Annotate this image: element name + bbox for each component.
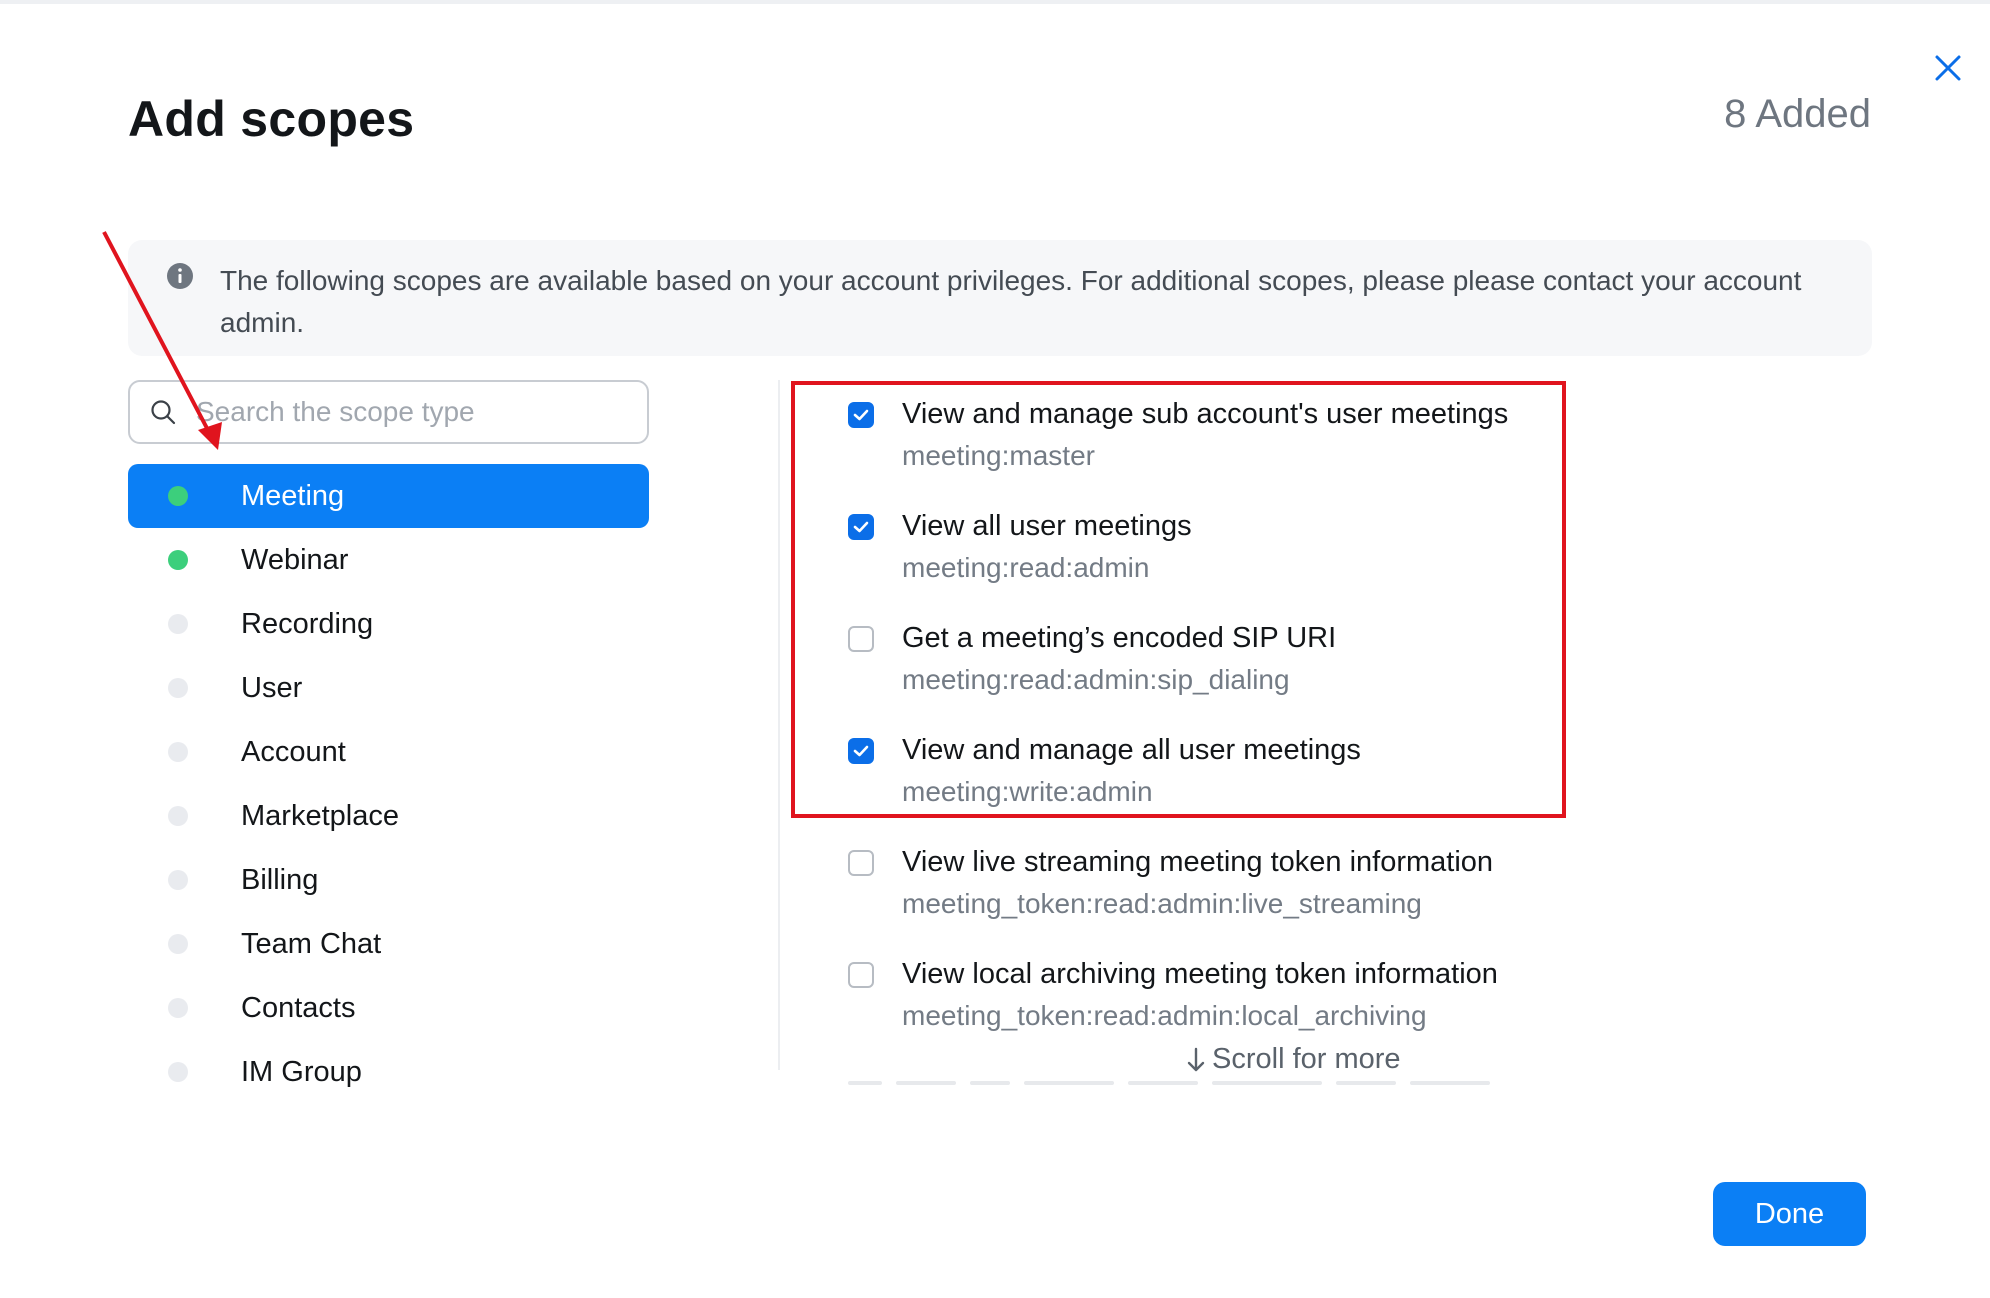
scope-item: View all user meetings meeting:read:admi… — [848, 506, 1748, 618]
category-item-meeting[interactable]: Meeting — [128, 464, 649, 528]
status-dot — [168, 870, 188, 890]
scope-label: View and manage all user meetings — [902, 734, 1361, 766]
add-scopes-dialog: Add scopes 8 Added The following scopes … — [0, 0, 1990, 1298]
scope-code: meeting:master — [902, 440, 1095, 471]
scope-code: meeting:read:admin:sip_dialing — [902, 664, 1290, 695]
checkmark-icon — [853, 745, 869, 757]
scroll-hint-text: Scroll for more — [1212, 1043, 1401, 1075]
close-button[interactable] — [1928, 48, 1968, 88]
scope-label: View all user meetings — [902, 510, 1192, 542]
scope-category-list: Meeting Webinar Recording User Account M… — [128, 464, 649, 1104]
close-icon — [1935, 55, 1961, 81]
checkmark-icon — [853, 409, 869, 421]
info-icon — [167, 263, 193, 289]
status-dot — [168, 550, 188, 570]
status-dot — [168, 998, 188, 1018]
done-button[interactable]: Done — [1713, 1182, 1866, 1246]
column-divider — [778, 380, 780, 1070]
arrow-down-icon — [1187, 1047, 1205, 1071]
category-item-user[interactable]: User — [128, 656, 649, 720]
scope-checkbox[interactable] — [848, 962, 874, 988]
status-dot — [168, 934, 188, 954]
category-item-team-chat[interactable]: Team Chat — [128, 912, 649, 976]
search-input[interactable] — [194, 395, 618, 429]
status-dot — [168, 678, 188, 698]
scope-checkbox[interactable] — [848, 402, 874, 428]
category-item-marketplace[interactable]: Marketplace — [128, 784, 649, 848]
scope-item: Get a meeting’s encoded SIP URI meeting:… — [848, 618, 1748, 730]
category-label: Account — [241, 735, 346, 768]
checkmark-icon — [853, 521, 869, 533]
privilege-notice: The following scopes are available based… — [128, 240, 1872, 356]
status-dot — [168, 806, 188, 826]
status-dot — [168, 742, 188, 762]
category-item-recording[interactable]: Recording — [128, 592, 649, 656]
scope-checkbox[interactable] — [848, 626, 874, 652]
category-label: User — [241, 671, 303, 704]
scope-code: meeting_token:read:admin:live_streaming — [902, 888, 1422, 919]
scope-label: View and manage sub account's user meeti… — [902, 398, 1509, 430]
category-label: Team Chat — [241, 927, 382, 960]
category-label: Billing — [241, 863, 319, 896]
search-icon — [151, 400, 176, 425]
category-label: Contacts — [241, 991, 356, 1024]
dialog-title: Add scopes — [128, 91, 415, 147]
category-item-billing[interactable]: Billing — [128, 848, 649, 912]
scope-code: meeting_token:read:admin:local_archiving — [902, 1000, 1427, 1031]
category-item-account[interactable]: Account — [128, 720, 649, 784]
category-label: Recording — [241, 607, 374, 640]
scope-code: meeting:read:admin — [902, 552, 1150, 583]
scope-list: View and manage sub account's user meeti… — [848, 394, 1748, 1066]
category-item-im-group[interactable]: IM Group — [128, 1040, 649, 1104]
scope-item: View and manage all user meetings meetin… — [848, 730, 1748, 842]
scope-checkbox[interactable] — [848, 850, 874, 876]
scope-checkbox[interactable] — [848, 514, 874, 540]
scope-label: View live streaming meeting token inform… — [902, 846, 1494, 878]
scope-item: View live streaming meeting token inform… — [848, 842, 1748, 954]
scope-code: meeting:write:admin — [902, 776, 1153, 807]
category-label: IM Group — [241, 1055, 362, 1088]
scroll-hint: Scroll for more — [1186, 1043, 1401, 1076]
category-item-contacts[interactable]: Contacts — [128, 976, 649, 1040]
scope-label: View local archiving meeting token infor… — [902, 958, 1498, 990]
added-count: 8 Added — [1724, 92, 1871, 136]
scope-checkbox[interactable] — [848, 738, 874, 764]
category-item-webinar[interactable]: Webinar — [128, 528, 649, 592]
status-dot — [168, 486, 188, 506]
category-label: Meeting — [241, 479, 345, 512]
notice-text: The following scopes are available based… — [220, 265, 1802, 338]
status-dot — [168, 1062, 188, 1082]
scope-item: View and manage sub account's user meeti… — [848, 394, 1748, 506]
category-label: Webinar — [241, 543, 349, 576]
category-label: Marketplace — [241, 799, 399, 832]
scope-search — [128, 380, 649, 444]
scope-label: Get a meeting’s encoded SIP URI — [902, 622, 1337, 654]
status-dot — [168, 614, 188, 634]
